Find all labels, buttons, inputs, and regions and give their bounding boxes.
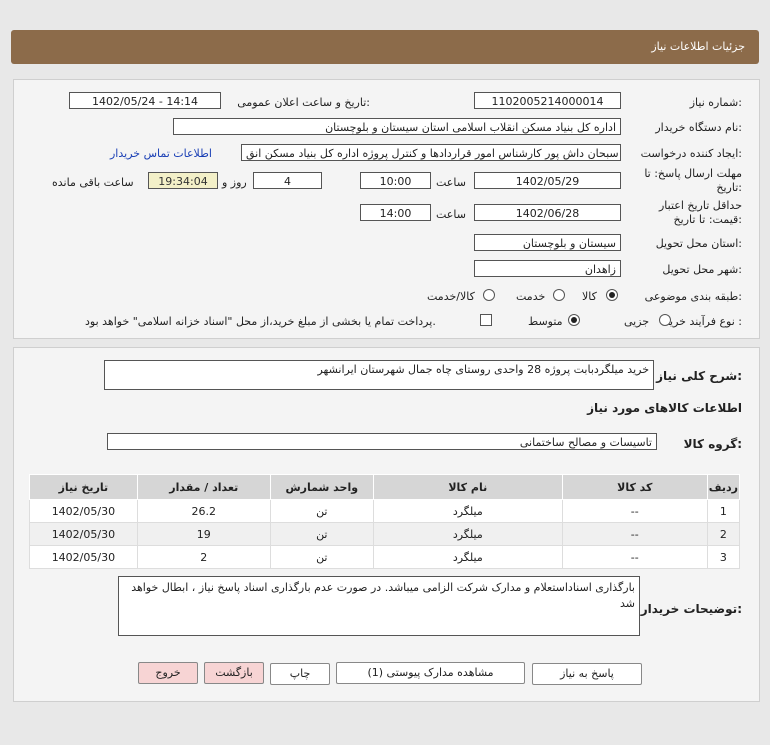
cell-row: 1 [706, 499, 741, 523]
remaining-time-field: 19:34:04 [148, 172, 218, 189]
buyer-notes-label: توضیحات خریدار: [640, 602, 742, 616]
remaining-label: ساعت باقی مانده [52, 176, 134, 189]
treasury-payment-note: پرداخت تمام یا بخشی از مبلغ خرید،از محل … [85, 315, 436, 328]
category-label: طبقه بندی موضوعی: [644, 290, 742, 303]
summary-label: شرح کلی نیاز: [656, 369, 742, 383]
cell-unit: تن [269, 522, 374, 546]
cell-code: -- [561, 545, 708, 569]
cell-date: 1402/05/30 [29, 522, 138, 546]
validity-label: حداقل تاریخ اعتبار قیمت: تا تاریخ: [659, 199, 742, 227]
validity-time-field: 14:00 [360, 204, 431, 221]
deadline-label-line2: تاریخ: [716, 181, 742, 194]
cell-name: میلگرد [372, 522, 563, 546]
summary-field: خرید میلگردبابت پروژه 28 واحدی روستای چا… [104, 360, 654, 390]
days-field: 4 [253, 172, 322, 189]
category-option-goods: کالا [582, 290, 597, 303]
view-attachments-button[interactable]: مشاهده مدارک پیوستی (1) [336, 662, 525, 684]
col-header-row: ردیف [706, 474, 741, 500]
cell-date: 1402/05/30 [29, 545, 138, 569]
table-row: 2 -- میلگرد تن 19 1402/05/30 [29, 522, 741, 546]
province-field: سیستان و بلوچستان [474, 234, 621, 251]
category-option-service: خدمت [516, 290, 546, 303]
treasury-payment-checkbox[interactable] [480, 314, 492, 326]
exit-button[interactable]: خروج [138, 662, 198, 684]
category-radio-goods[interactable] [606, 289, 618, 301]
category-radio-both[interactable] [483, 289, 495, 301]
validity-label-line2: قیمت: تا تاریخ: [673, 213, 742, 226]
buyer-org-field: اداره کل بنیاد مسکن انقلاب اسلامی استان … [173, 118, 621, 135]
deadline-label: مهلت ارسال پاسخ: تا تاریخ: [644, 167, 742, 195]
purchase-option-minor: جزیی [624, 315, 650, 328]
deadline-time-label: ساعت [436, 176, 466, 189]
cell-row: 2 [706, 522, 741, 546]
category-option-both: کالا/خدمت [427, 290, 475, 303]
province-label: استان محل تحویل: [655, 237, 742, 250]
col-header-qty: تعداد / مقدار [136, 474, 271, 500]
back-button[interactable]: بازگشت [204, 662, 264, 684]
need-number-label: شماره نیاز: [689, 96, 742, 109]
purchase-type-label: نوع فرآیند خرید : [664, 315, 742, 328]
cell-qty: 19 [136, 522, 271, 546]
cell-code: -- [561, 522, 708, 546]
creator-field: سبحان داش پور کارشناس امور قراردادها و ک… [241, 144, 621, 161]
validity-date-field: 1402/06/28 [474, 204, 621, 221]
cell-row: 3 [706, 545, 741, 569]
buyer-notes-field: بارگذاری اسناداستعلام و مدارک شرکت الزام… [118, 576, 640, 636]
page-header: جزئیات اطلاعات نیاز [11, 30, 759, 64]
need-number-field: 1102005214000014 [474, 92, 621, 109]
cell-qty: 26.2 [136, 499, 271, 523]
cell-code: -- [561, 499, 708, 523]
print-button[interactable]: چاپ [270, 663, 330, 685]
purchase-radio-medium[interactable] [568, 314, 580, 326]
category-radio-service[interactable] [553, 289, 565, 301]
cell-qty: 2 [136, 545, 271, 569]
validity-label-line1: حداقل تاریخ اعتبار [658, 199, 742, 212]
reply-button[interactable]: پاسخ به نیاز [532, 663, 642, 685]
col-header-date: تاریخ نیاز [29, 474, 138, 500]
table-row: 3 -- میلگرد تن 2 1402/05/30 [29, 545, 741, 569]
table-row: 1 -- میلگرد تن 26.2 1402/05/30 [29, 499, 741, 523]
announce-field: 1402/05/24 - 14:14 [69, 92, 221, 109]
deadline-date-field: 1402/05/29 [474, 172, 621, 189]
days-label: روز و [222, 176, 247, 189]
cell-name: میلگرد [372, 545, 563, 569]
deadline-label-line1: مهلت ارسال پاسخ: تا [644, 167, 742, 180]
buyer-contact-link[interactable]: اطلاعات تماس خریدار [110, 147, 212, 160]
cell-unit: تن [269, 499, 374, 523]
col-header-unit: واحد شمارش [269, 474, 374, 500]
purchase-radio-minor[interactable] [659, 314, 671, 326]
page-title: جزئیات اطلاعات نیاز [651, 40, 745, 53]
goods-group-label: گروه کالا: [683, 437, 742, 451]
creator-label: ایجاد کننده درخواست: [640, 147, 742, 160]
goods-group-field: تاسیسات و مصالح ساختمانی [107, 433, 657, 450]
col-header-code: کد کالا [561, 474, 708, 500]
purchase-option-medium: متوسط [528, 315, 563, 328]
col-header-name: نام کالا [372, 474, 563, 500]
cell-unit: تن [269, 545, 374, 569]
city-field: زاهدان [474, 260, 621, 277]
validity-time-label: ساعت [436, 208, 466, 221]
goods-info-title: اطلاعات کالاهای مورد نیاز [587, 401, 742, 415]
cell-name: میلگرد [372, 499, 563, 523]
buyer-org-label: نام دستگاه خریدار: [655, 121, 742, 134]
deadline-time-field: 10:00 [360, 172, 431, 189]
cell-date: 1402/05/30 [29, 499, 138, 523]
city-label: شهر محل تحویل: [662, 263, 742, 276]
goods-table: ردیف کد کالا نام کالا واحد شمارش تعداد /… [29, 474, 741, 569]
announce-label: تاریخ و ساعت اعلان عمومی: [237, 96, 370, 109]
